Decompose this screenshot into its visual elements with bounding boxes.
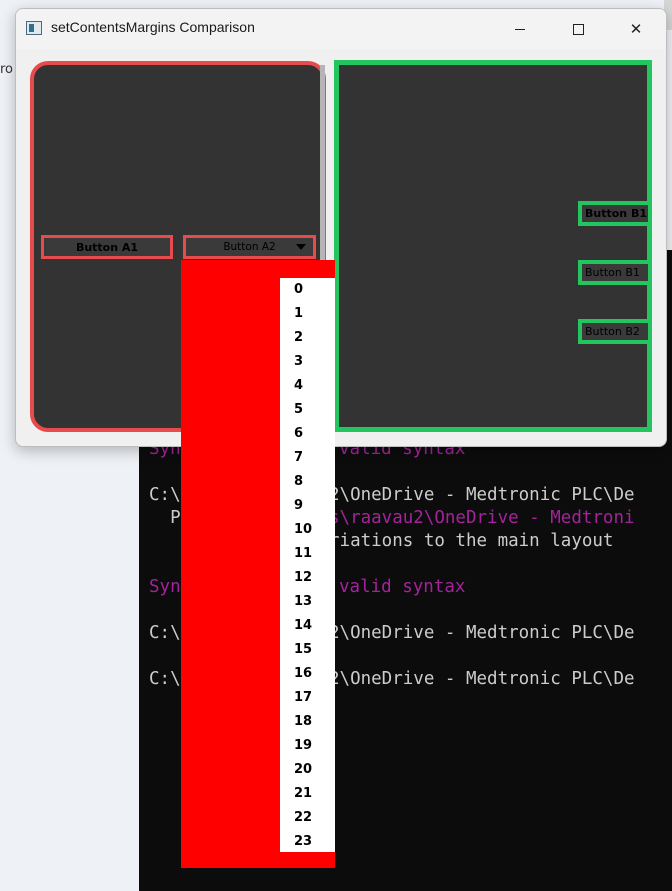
button-b1-bold[interactable]: Button B1 <box>578 201 652 226</box>
terminal-line: 2\OneDrive - Medtronic PLC\De <box>329 669 635 689</box>
dropdown-option[interactable]: 12 <box>294 570 312 585</box>
dropdown-option[interactable]: 8 <box>294 474 303 489</box>
dropdown-option[interactable]: 6 <box>294 426 303 441</box>
app-window: setContentsMargins Comparison ✕ Button A… <box>15 8 667 447</box>
maximize-icon <box>572 23 584 35</box>
dropdown-option[interactable]: 17 <box>294 690 312 705</box>
dropdown-option[interactable]: 11 <box>294 546 312 561</box>
dropdown-option[interactable]: 5 <box>294 402 303 417</box>
terminal-line: C:\ <box>149 623 181 643</box>
terminal-line: riations to the main layout <box>329 531 614 551</box>
dropdown-option[interactable]: 21 <box>294 786 312 801</box>
terminal-line: Syn <box>149 577 181 597</box>
terminal-line: 2\OneDrive - Medtronic PLC\De <box>329 485 635 505</box>
terminal-line: s\raavau2\OneDrive - Medtroni <box>329 508 635 528</box>
dropdown-option[interactable]: 22 <box>294 810 312 825</box>
app-icon <box>26 21 42 35</box>
maximize-button[interactable] <box>549 9 607 49</box>
minimize-icon <box>515 28 525 30</box>
dropdown-option[interactable]: 7 <box>294 450 303 465</box>
dropdown-option[interactable]: 16 <box>294 666 312 681</box>
combo-a2[interactable]: Button A2 <box>183 235 316 259</box>
terminal-line: P <box>149 508 181 528</box>
dropdown-option[interactable]: 1 <box>294 306 303 321</box>
dropdown-option[interactable]: 19 <box>294 738 312 753</box>
combo-a2-label: Button A2 <box>223 241 276 253</box>
dropdown-option[interactable]: 13 <box>294 594 312 609</box>
terminal-line: 2\OneDrive - Medtronic PLC\De <box>329 623 635 643</box>
terminal-line: valid syntax <box>339 577 466 597</box>
button-b1[interactable]: Button B1 <box>578 260 652 285</box>
dropdown-option[interactable]: 20 <box>294 762 312 777</box>
dropdown-option[interactable]: 9 <box>294 498 303 513</box>
background-window-fragment: ro <box>0 62 14 77</box>
dropdown-option[interactable]: 10 <box>294 522 312 537</box>
button-b2[interactable]: Button B2 <box>578 319 652 344</box>
button-a1[interactable]: Button A1 <box>41 235 173 259</box>
dropdown-option[interactable]: 18 <box>294 714 312 729</box>
dropdown-option[interactable]: 4 <box>294 378 303 393</box>
dropdown-list[interactable]: 0 1 2 3 4 5 6 7 8 9 10 11 12 13 14 15 16 17 18 19 20 21 22 23 <box>280 278 335 852</box>
window-title: setContentsMargins Comparison <box>51 19 255 35</box>
minimize-button[interactable] <box>491 9 549 49</box>
chevron-down-icon <box>296 244 306 250</box>
panel-b <box>334 60 652 432</box>
close-button[interactable]: ✕ <box>607 9 665 49</box>
combo-dropdown-popup: 0 1 2 3 4 5 6 7 8 9 10 11 12 13 14 15 16 17 18 19 20 21 22 23 <box>181 260 335 868</box>
close-icon: ✕ <box>629 20 643 38</box>
terminal-line: C:\ <box>149 485 181 505</box>
dropdown-option[interactable]: 2 <box>294 330 303 345</box>
dropdown-option[interactable]: 0 <box>294 282 303 297</box>
dropdown-option[interactable]: 14 <box>294 618 312 633</box>
title-bar[interactable]: setContentsMargins Comparison ✕ <box>16 9 666 49</box>
dropdown-option[interactable]: 23 <box>294 834 312 849</box>
dropdown-option[interactable]: 3 <box>294 354 303 369</box>
terminal-line: C:\ <box>149 669 181 689</box>
dropdown-option[interactable]: 15 <box>294 642 312 657</box>
